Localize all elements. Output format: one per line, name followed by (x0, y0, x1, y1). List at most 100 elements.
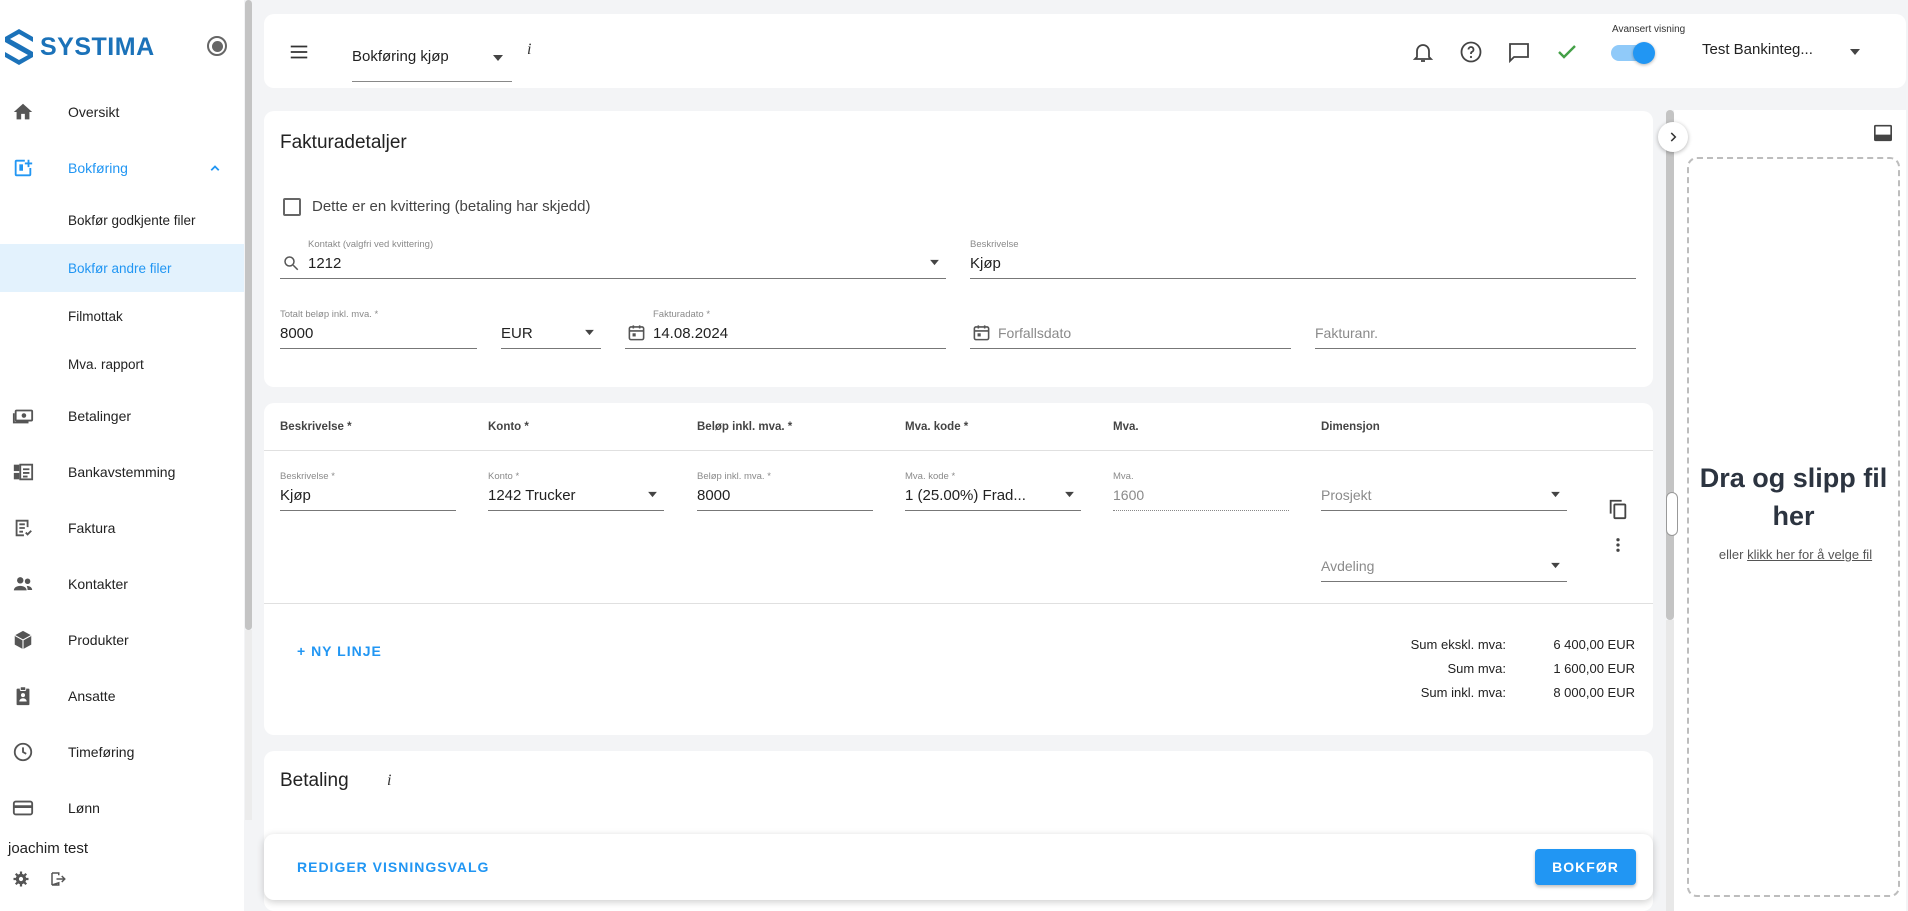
advanced-view-toggle[interactable] (1609, 41, 1655, 65)
record-icon[interactable] (207, 36, 227, 56)
file-dropzone[interactable]: Dra og slipp fil her eller klikk her for… (1687, 157, 1900, 897)
line-amount-field[interactable]: Beløp inkl. mva. * 8000 (697, 471, 873, 511)
sidebar-item-produkter[interactable]: Produkter (0, 616, 244, 664)
logout-icon[interactable] (49, 870, 67, 888)
sidebar-item-label: Lønn (68, 800, 100, 816)
contacts-icon (13, 577, 33, 591)
chat-icon[interactable] (1507, 40, 1531, 64)
header-divider (264, 450, 1653, 451)
collapse-panel-button[interactable] (1658, 122, 1688, 152)
sum-incl-vat-value: 8 000,00 EUR (1553, 685, 1635, 700)
top-bar: Bokføring kjøp i Avansert visning Test B… (264, 14, 1906, 88)
post-button[interactable]: BOKFØR (1535, 849, 1636, 885)
bank-reconciliation-icon (13, 463, 34, 481)
help-icon[interactable] (1459, 40, 1483, 64)
total-amount-label: Totalt beløp inkl. mva. * (280, 309, 379, 320)
panel-resize-handle[interactable] (1666, 492, 1678, 536)
dropdown-arrow-icon (648, 491, 657, 498)
clock-icon (13, 742, 33, 762)
logo-text: SYSTIMA (40, 32, 155, 61)
column-header-vat-code: Mva. kode * (905, 421, 969, 433)
sidebar-subitem-mva-rapport[interactable]: Mva. rapport (0, 340, 244, 388)
copy-line-icon[interactable] (1607, 497, 1629, 521)
line-description-field[interactable]: Beskrivelse * Kjøp (280, 471, 456, 511)
currency-select[interactable]: EUR (501, 309, 601, 349)
sidebar: SYSTIMA Oversikt Bokføring Bokfør godkje… (0, 0, 244, 911)
line-vat-value: 1600 (1113, 487, 1145, 503)
currency-value: EUR (501, 325, 533, 342)
sidebar-item-label: Kontakter (68, 576, 128, 592)
invoice-number-field[interactable]: Fakturanr. (1315, 309, 1636, 349)
advanced-view-label: Avansert visning (1612, 24, 1686, 35)
panel-layout-icon[interactable] (1873, 124, 1893, 142)
description-field[interactable]: Beskrivelse Kjøp (970, 239, 1636, 279)
dropzone-subtitle: eller klikk her for å velge fil (1709, 545, 1882, 565)
sidebar-item-label: Produkter (68, 632, 129, 648)
contact-field[interactable]: Kontakt (valgfri ved kvittering) 1212 (280, 239, 946, 279)
total-amount-value: 8000 (280, 325, 314, 342)
contact-label: Kontakt (valgfri ved kvittering) (308, 239, 434, 250)
department-placeholder: Avdeling (1321, 558, 1375, 574)
sidebar-item-betalinger[interactable]: Betalinger (0, 392, 244, 440)
menu-icon[interactable] (288, 41, 310, 63)
due-date-field[interactable]: Forfallsdato (970, 309, 1291, 349)
info-icon[interactable]: i (527, 41, 531, 59)
sum-incl-vat-label: Sum inkl. mva: (1420, 685, 1506, 700)
invoice-date-field[interactable]: Fakturadato * 14.08.2024 (625, 309, 946, 349)
calendar-icon[interactable] (972, 323, 991, 342)
company-select-value[interactable]: Test Bankinteg... (1702, 41, 1813, 58)
line-vat-code-value: 1 (25.00%) Frad... (905, 487, 1026, 504)
project-select[interactable]: Prosjekt (1321, 471, 1567, 511)
mode-select[interactable]: Bokføring kjøp (352, 40, 512, 82)
mode-select-value: Bokføring kjøp (352, 48, 449, 65)
sidebar-item-faktura[interactable]: Faktura (0, 504, 244, 552)
payment-info-icon[interactable]: i (387, 772, 391, 790)
receipt-checkbox-label: Dette er en kvittering (betaling har skj… (312, 198, 591, 215)
dropdown-arrow-icon (1551, 562, 1560, 569)
edit-view-options-button[interactable]: REDIGER VISNINGSVALG (297, 859, 489, 875)
payments-icon (12, 409, 34, 424)
receipt-checkbox[interactable] (283, 198, 301, 216)
sidebar-subitem-bokfor-godkjente[interactable]: Bokfør godkjente filer (0, 196, 244, 244)
chevron-right-icon (1670, 132, 1677, 142)
calendar-icon[interactable] (627, 323, 646, 342)
sidebar-item-label: Timeføring (68, 744, 135, 760)
sidebar-item-lonn[interactable]: Lønn (0, 784, 244, 832)
line-vat-code-label: Mva. kode * (905, 471, 956, 482)
company-dropdown-arrow-icon[interactable] (1849, 48, 1861, 56)
sidebar-item-oversikt[interactable]: Oversikt (0, 88, 244, 136)
settings-gear-icon[interactable] (12, 870, 30, 888)
dropdown-arrow-icon (585, 329, 594, 336)
main-scrollbar[interactable] (1666, 110, 1674, 620)
bookkeeping-icon (14, 159, 33, 177)
sidebar-subitem-label: Mva. rapport (68, 356, 144, 372)
line-description-value: Kjøp (280, 487, 311, 504)
invoice-date-value: 14.08.2024 (653, 325, 729, 342)
sidebar-item-kontakter[interactable]: Kontakter (0, 560, 244, 608)
sidebar-subitem-bokfor-andre[interactable]: Bokfør andre filer (0, 244, 244, 292)
sidebar-item-bokforing[interactable]: Bokføring (0, 144, 244, 192)
notifications-bell-icon[interactable] (1411, 40, 1435, 64)
new-line-button[interactable]: + NY LINJE (297, 643, 382, 659)
choose-file-link[interactable]: klikk her for å velge fil (1747, 547, 1872, 562)
line-vat-code-select[interactable]: Mva. kode * 1 (25.00%) Frad... (905, 471, 1081, 511)
toggle-knob (1633, 42, 1655, 64)
sidebar-item-timeforing[interactable]: Timeføring (0, 728, 244, 776)
line-account-select[interactable]: Konto * 1242 Trucker (488, 471, 664, 511)
department-select[interactable]: Avdeling (1321, 542, 1567, 582)
more-options-icon[interactable] (1609, 535, 1627, 555)
sidebar-scrollbar[interactable] (245, 0, 252, 630)
sidebar-item-ansatte[interactable]: Ansatte (0, 672, 244, 720)
sum-excl-vat-value: 6 400,00 EUR (1553, 637, 1635, 652)
invoice-number-placeholder: Fakturanr. (1315, 325, 1379, 341)
logo[interactable]: SYSTIMA (4, 28, 155, 66)
sidebar-subitem-filmottak[interactable]: Filmottak (0, 292, 244, 340)
total-amount-field[interactable]: Totalt beløp inkl. mva. * 8000 (280, 309, 477, 349)
due-date-placeholder: Forfallsdato (998, 325, 1072, 341)
search-icon (284, 256, 299, 271)
sidebar-item-bankavstemming[interactable]: Bankavstemming (0, 448, 244, 496)
line-vat-label: Mva. (1113, 471, 1134, 482)
products-icon (14, 630, 32, 650)
main-scrollbar-track (1666, 620, 1674, 911)
sidebar-item-label: Betalinger (68, 408, 132, 424)
